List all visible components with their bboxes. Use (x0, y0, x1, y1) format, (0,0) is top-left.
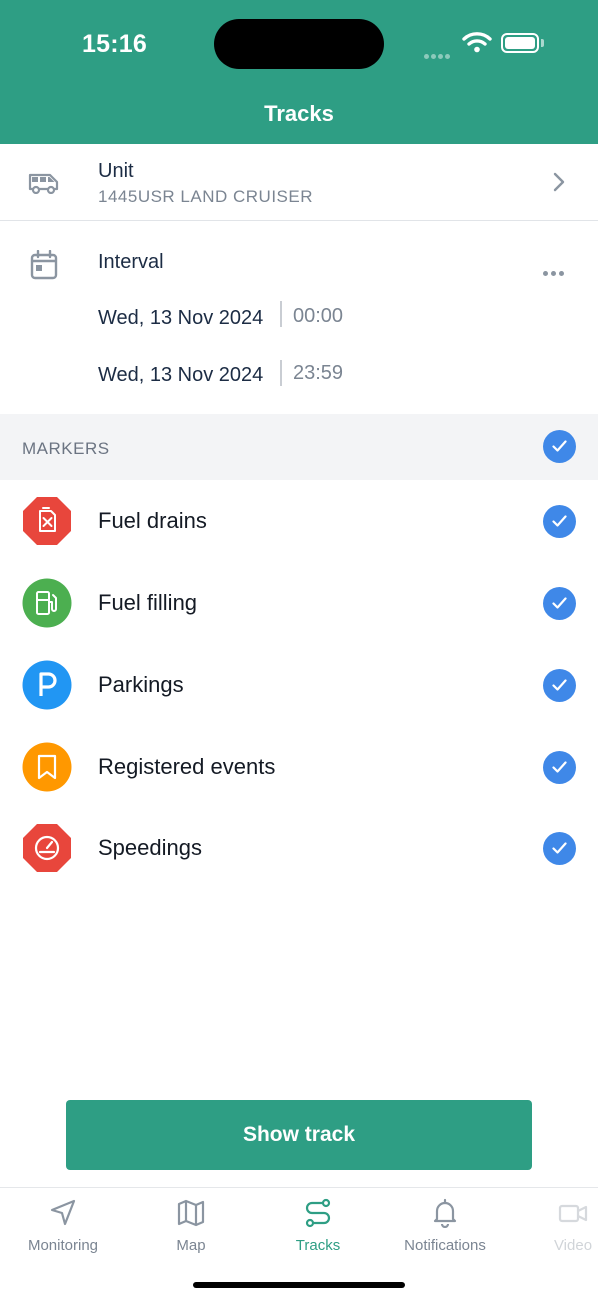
markers-title: MARKERS (22, 439, 110, 458)
marker-checkbox[interactable] (543, 751, 576, 784)
interval-from-time[interactable]: 00:00 (293, 305, 343, 328)
marker-label: Fuel drains (98, 508, 207, 533)
interval-label: Interval (98, 251, 164, 273)
calendar-icon (30, 250, 58, 280)
checkmark-icon (552, 597, 567, 609)
cellular-signal-icon (424, 46, 452, 64)
tab-label: Notifications (404, 1237, 486, 1254)
marker-row-fuel-drains[interactable]: Fuel drains (0, 480, 598, 562)
tab-label: Map (176, 1237, 206, 1254)
fuel-drain-icon (23, 497, 71, 545)
marker-checkbox[interactable] (543, 669, 576, 702)
tab-label: Video (553, 1237, 593, 1254)
marker-row-speedings[interactable]: Speedings (0, 807, 598, 889)
marker-checkbox[interactable] (543, 587, 576, 620)
select-all-markers-checkbox[interactable] (543, 430, 576, 463)
marker-label: Parkings (98, 672, 184, 697)
wifi-icon (462, 32, 492, 53)
navigation-arrow-icon (50, 1199, 76, 1226)
route-icon (305, 1198, 331, 1228)
checkmark-icon (552, 761, 567, 773)
tab-video[interactable]: Video (508, 1198, 598, 1254)
interval-from-date[interactable]: Wed, 13 Nov 2024 (98, 307, 263, 330)
fuel-pump-icon (22, 578, 72, 628)
checkmark-icon (552, 440, 567, 452)
speedometer-icon (23, 824, 71, 872)
marker-checkbox[interactable] (543, 832, 576, 865)
van-icon (28, 173, 59, 194)
show-track-button[interactable]: Show track (66, 1100, 532, 1170)
unit-selector[interactable]: Unit 1445USR LAND CRUISER (0, 144, 598, 221)
divider (280, 360, 282, 386)
marker-label: Registered events (98, 754, 276, 779)
tab-label: Monitoring (27, 1237, 99, 1254)
marker-label: Fuel filling (98, 590, 198, 615)
video-icon (558, 1204, 588, 1223)
unit-value: 1445USR LAND CRUISER (98, 187, 314, 206)
bell-icon (433, 1198, 457, 1228)
tab-tracks[interactable]: Tracks (253, 1198, 383, 1254)
status-time: 15:16 (82, 30, 147, 58)
map-icon (177, 1199, 205, 1227)
marker-row-parkings[interactable]: Parkings (0, 644, 598, 726)
unit-label: Unit (98, 160, 134, 182)
markers-section-header: MARKERS (0, 414, 598, 480)
battery-icon (501, 33, 539, 53)
parking-icon (22, 660, 72, 710)
divider (280, 301, 282, 327)
marker-checkbox[interactable] (543, 505, 576, 538)
tab-monitoring[interactable]: Monitoring (0, 1198, 128, 1254)
checkmark-icon (552, 679, 567, 691)
marker-label: Speedings (98, 835, 202, 860)
tab-map[interactable]: Map (126, 1198, 256, 1254)
dynamic-island (214, 19, 384, 69)
app-header: 15:16 Tracks (0, 0, 598, 144)
interval-to-time[interactable]: 23:59 (293, 362, 343, 385)
marker-row-registered-events[interactable]: Registered events (0, 726, 598, 808)
tab-label: Tracks (295, 1237, 341, 1254)
checkmark-icon (552, 842, 567, 854)
more-options-icon[interactable] (543, 263, 567, 281)
marker-row-fuel-filling[interactable]: Fuel filling (0, 562, 598, 644)
tab-notifications[interactable]: Notifications (380, 1198, 510, 1254)
chevron-right-icon[interactable] (553, 172, 565, 192)
home-indicator (193, 1282, 405, 1288)
bookmark-icon (22, 742, 72, 792)
checkmark-icon (552, 515, 567, 527)
page-title: Tracks (264, 101, 334, 126)
interval-to-date[interactable]: Wed, 13 Nov 2024 (98, 364, 263, 387)
